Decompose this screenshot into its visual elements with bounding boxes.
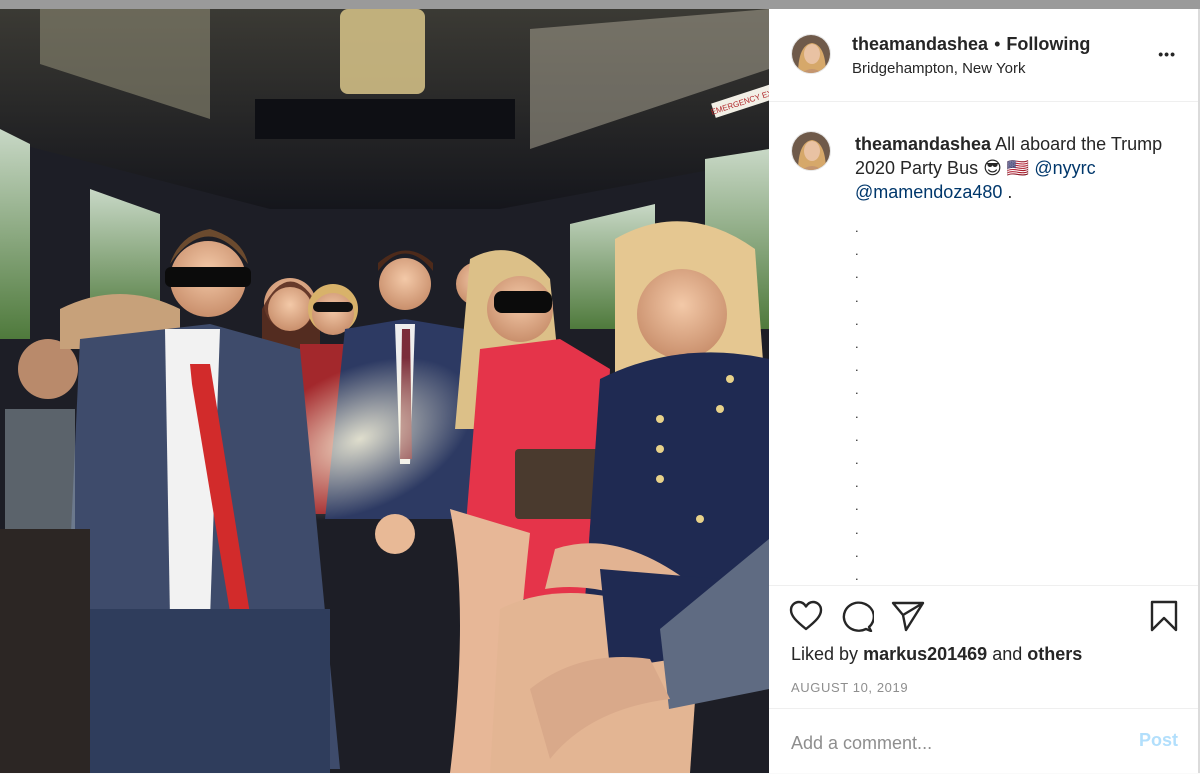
post-comment-button[interactable]: Post xyxy=(1139,730,1178,751)
liked-by-label: Liked by xyxy=(791,644,859,664)
post-header: theamandashea • Following Bridgehampton, N… xyxy=(769,9,1198,102)
comment-box: Post xyxy=(769,708,1198,774)
share-icon[interactable] xyxy=(891,600,925,637)
mention-link[interactable]: @mamendoza480 xyxy=(855,182,1002,202)
liked-and-label: and xyxy=(992,644,1023,664)
sunglasses-emoji-icon: 😎 xyxy=(983,158,1002,178)
post-photo[interactable]: EMERGENCY EXIT xyxy=(0,9,769,773)
dot-line: . xyxy=(855,266,859,282)
comment-input[interactable] xyxy=(789,729,1123,757)
caption-username-link[interactable]: theamandashea xyxy=(855,134,991,154)
caption-dot-lines: . . . . . . . . . . . . . . . . xyxy=(855,216,859,587)
header-user-line: theamandashea • Following xyxy=(852,34,1090,55)
caption-avatar[interactable] xyxy=(791,131,831,171)
liked-by-user-link[interactable]: markus201469 xyxy=(863,644,987,664)
dot-line: . xyxy=(855,544,859,560)
caption-text: theamandashea All aboard the Trump 2020 … xyxy=(855,132,1175,204)
dot-line: . xyxy=(855,336,859,352)
mention-link[interactable]: @nyyrc xyxy=(1034,158,1095,178)
avatar[interactable] xyxy=(791,34,831,74)
bookmark-icon[interactable] xyxy=(1149,600,1179,637)
dot-line: . xyxy=(855,405,859,421)
location-link[interactable]: Bridgehampton, New York xyxy=(852,60,1025,77)
dot-line: . xyxy=(855,568,859,584)
separator-dot: • xyxy=(994,34,1001,54)
dot-line: . xyxy=(855,521,859,537)
dot-line: . xyxy=(855,312,859,328)
instagram-post-modal: EMERGENCY EXIT theamandashea • Following… xyxy=(0,9,1200,773)
dot-line: . xyxy=(855,289,859,305)
dot-line: . xyxy=(855,428,859,444)
dot-line: . xyxy=(855,498,859,514)
dot-line: . xyxy=(855,452,859,468)
likes-others-link[interactable]: others xyxy=(1027,644,1082,664)
dot-line: . xyxy=(855,220,859,235)
us-flag-emoji-icon: 🇺🇸 xyxy=(1006,158,1030,178)
caption-trailing-dot: . xyxy=(1007,182,1013,202)
post-username-link[interactable]: theamandashea xyxy=(852,34,988,54)
dot-line: . xyxy=(855,475,859,491)
more-options-icon[interactable]: ••• xyxy=(1158,47,1176,61)
caption-area: theamandashea All aboard the Trump 2020 … xyxy=(769,102,1198,584)
post-date[interactable]: AUGUST 10, 2019 xyxy=(791,680,908,695)
post-actions: Liked by markus201469 and others AUGUST … xyxy=(769,585,1198,711)
browser-top-strip xyxy=(0,0,1200,9)
likes-summary: Liked by markus201469 and others xyxy=(791,644,1082,665)
comment-icon[interactable] xyxy=(840,600,876,637)
heart-icon[interactable] xyxy=(789,600,823,637)
following-button[interactable]: Following xyxy=(1006,34,1090,54)
dot-line: . xyxy=(855,382,859,398)
dot-line: . xyxy=(855,359,859,375)
dot-line: . xyxy=(855,243,859,259)
post-details-panel: theamandashea • Following Bridgehampton, N… xyxy=(769,9,1198,773)
